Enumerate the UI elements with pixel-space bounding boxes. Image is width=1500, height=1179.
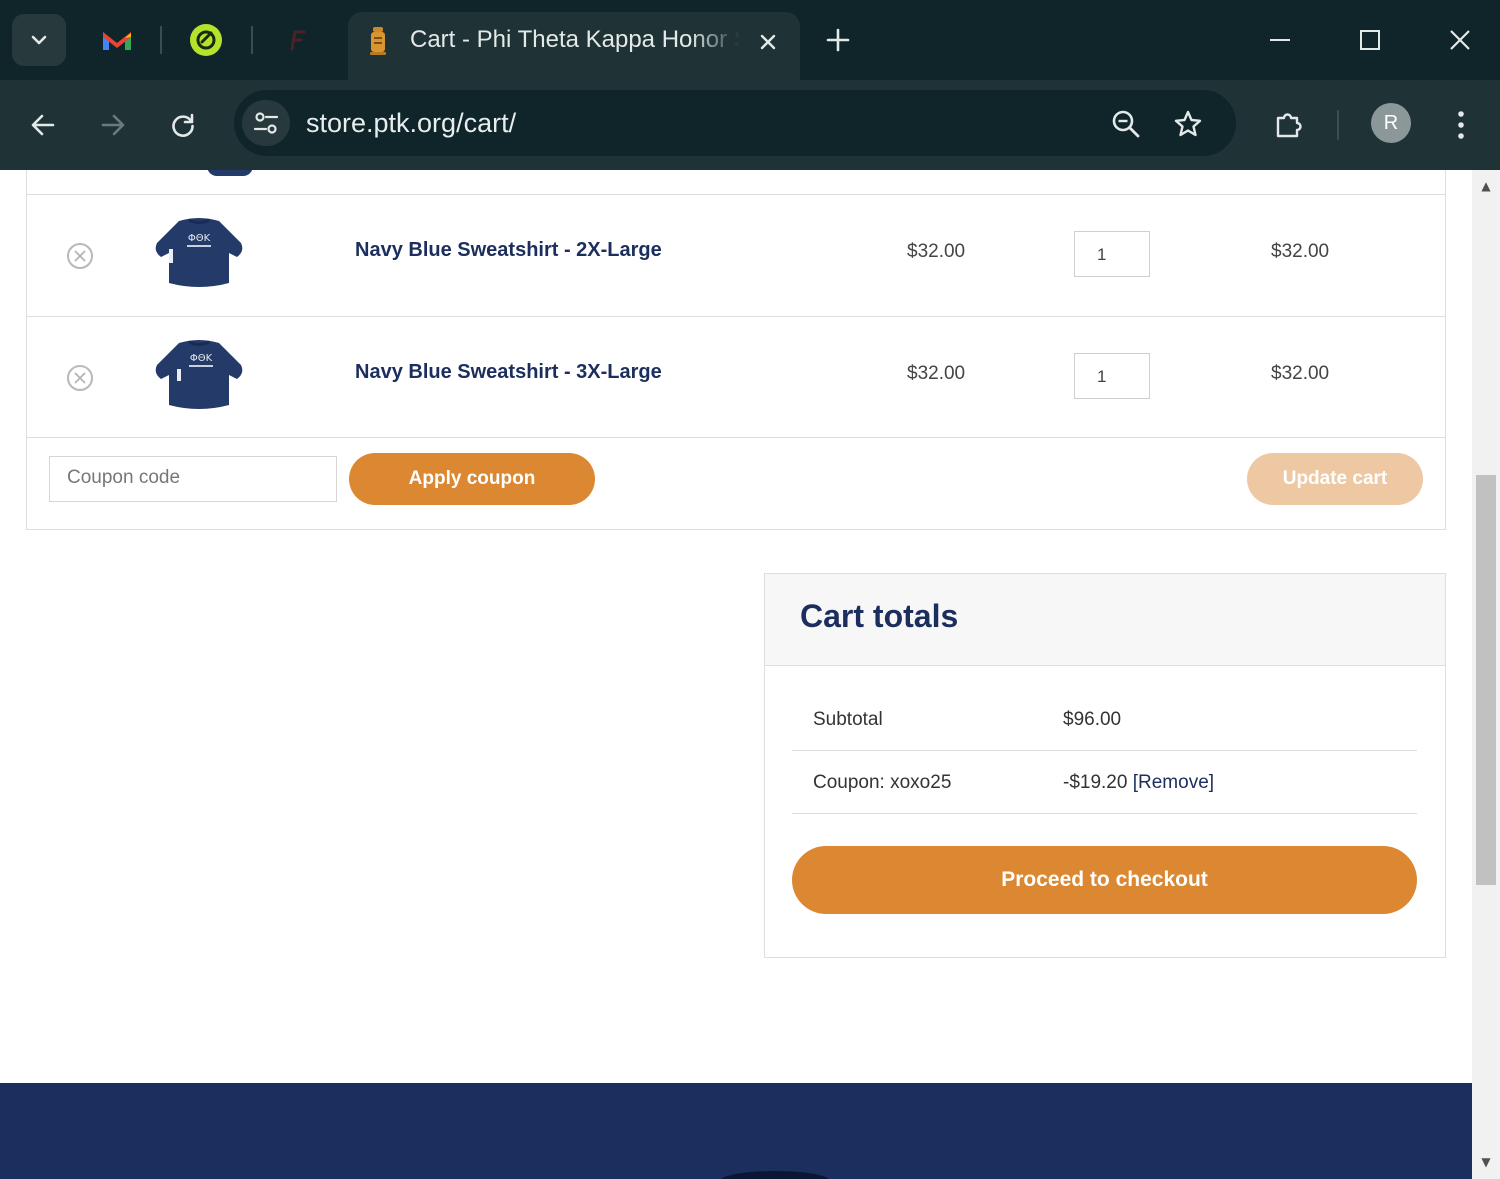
maximize-button[interactable] (1340, 14, 1400, 66)
subtotal-label: Subtotal (813, 709, 883, 730)
plus-icon (826, 28, 850, 52)
profile-avatar[interactable]: R (1371, 103, 1411, 143)
item-subtotal: $32.00 (1271, 241, 1330, 262)
scroll-down-arrow[interactable]: ▼ (1478, 1154, 1494, 1170)
page-viewport: ΦΘΚ Navy Blue Sweatshirt - 2X-Large $32.… (0, 170, 1472, 1179)
tab-strip: Cart - Phi Theta Kappa Honor Society (0, 0, 1500, 80)
close-icon (1450, 30, 1470, 50)
pinned-tab-app[interactable] (186, 20, 226, 60)
reload-button[interactable] (160, 102, 206, 148)
star-icon (1174, 110, 1202, 137)
sweatshirt-thumbnail[interactable]: ΦΘΚ (149, 335, 249, 415)
minimize-icon (1270, 39, 1290, 41)
tune-icon (253, 112, 279, 134)
close-icon (760, 34, 776, 50)
bookmark-button[interactable] (1168, 104, 1208, 144)
svg-text:ΦΘΚ: ΦΘΚ (188, 233, 211, 244)
green-app-icon (190, 24, 222, 56)
quantity-input[interactable]: 1 (1074, 231, 1150, 277)
footer-decoration (720, 1171, 830, 1179)
product-name-link[interactable]: Navy Blue Sweatshirt - 2X-Large (355, 239, 662, 262)
remove-item-button[interactable] (67, 365, 93, 391)
coupon-label: Coupon: xoxo25 (813, 772, 952, 793)
coupon-code-input[interactable]: Coupon code (49, 456, 337, 502)
cart-totals-title: Cart totals (800, 598, 959, 634)
subtotal-value: $96.00 (1063, 709, 1122, 730)
close-circle-icon (74, 250, 86, 262)
close-window-button[interactable] (1430, 14, 1490, 66)
apply-coupon-button[interactable]: Apply coupon (349, 453, 595, 505)
ptk-favicon-icon (370, 27, 386, 55)
address-bar[interactable]: store.ptk.org/cart/ (234, 90, 1236, 156)
cart-totals-header: Cart totals (765, 574, 1445, 666)
site-footer (0, 1083, 1472, 1179)
puzzle-icon (1276, 113, 1302, 138)
close-circle-icon (74, 372, 86, 384)
maximize-icon (1360, 30, 1380, 50)
svg-text:ΦΘΚ: ΦΘΚ (190, 353, 213, 364)
browser-menu-button[interactable] (1438, 102, 1484, 148)
cart-row: ΦΘΚ Navy Blue Sweatshirt - 3X-Large $32.… (27, 316, 1445, 438)
tab-separator (251, 26, 253, 54)
cart-table: ΦΘΚ Navy Blue Sweatshirt - 2X-Large $32.… (26, 170, 1446, 530)
more-vertical-icon (1458, 111, 1464, 139)
scroll-up-arrow[interactable]: ▲ (1478, 178, 1494, 194)
minimize-button[interactable] (1250, 14, 1310, 66)
coupon-value-group: -$19.20 [Remove] (1063, 772, 1214, 794)
tab-title: Cart - Phi Theta Kappa Honor Society (410, 26, 740, 53)
product-thumbnail-partial (207, 170, 253, 176)
coupon-row: Coupon: xoxo25 -$19.20 [Remove] (792, 752, 1417, 814)
arrow-left-icon (31, 114, 55, 136)
arrow-right-icon (101, 114, 125, 136)
tab-search-button[interactable] (12, 14, 66, 66)
pinned-tab-dim[interactable] (276, 20, 316, 60)
back-button[interactable] (20, 102, 66, 148)
gmail-icon (103, 32, 131, 50)
site-info-button[interactable] (242, 100, 290, 146)
sweatshirt-thumbnail[interactable]: ΦΘΚ (149, 213, 249, 293)
proceed-to-checkout-button[interactable]: Proceed to checkout (792, 846, 1417, 914)
chevron-down-icon (31, 35, 47, 45)
active-tab[interactable]: Cart - Phi Theta Kappa Honor Society (348, 12, 800, 80)
pinned-tab-gmail[interactable] (97, 20, 137, 60)
page-scrollbar[interactable]: ▲ ▼ (1472, 170, 1500, 1179)
dim-f-icon (290, 30, 306, 51)
cart-row: ΦΘΚ Navy Blue Sweatshirt - 2X-Large $32.… (27, 194, 1445, 316)
zoom-out-icon (1112, 110, 1140, 138)
tab-close-button[interactable] (752, 26, 784, 58)
coupon-discount: -$19.20 (1063, 772, 1128, 793)
update-cart-button[interactable]: Update cart (1247, 453, 1423, 505)
zoom-button[interactable] (1106, 104, 1146, 144)
remove-coupon-link[interactable]: [Remove] (1133, 772, 1214, 793)
tab-separator (160, 26, 162, 54)
quantity-input[interactable]: 1 (1074, 353, 1150, 399)
new-tab-button[interactable] (818, 20, 858, 60)
item-price: $32.00 (907, 241, 966, 262)
browser-toolbar: store.ptk.org/cart/ R (0, 80, 1500, 170)
toolbar-separator (1337, 110, 1339, 140)
remove-item-button[interactable] (67, 243, 93, 269)
extensions-button[interactable] (1265, 102, 1311, 148)
cart-actions: Coupon code Apply coupon Update cart (27, 437, 1445, 519)
subtotal-row: Subtotal $96.00 (792, 689, 1417, 751)
item-price: $32.00 (907, 363, 966, 384)
reload-icon (172, 113, 194, 137)
product-name-link[interactable]: Navy Blue Sweatshirt - 3X-Large (355, 361, 662, 384)
forward-button[interactable] (90, 102, 136, 148)
url-text: store.ptk.org/cart/ (306, 108, 517, 138)
item-subtotal: $32.00 (1271, 363, 1330, 384)
scroll-thumb[interactable] (1476, 475, 1496, 885)
cart-totals-panel: Cart totals Subtotal $96.00 Coupon: xoxo… (764, 573, 1446, 958)
